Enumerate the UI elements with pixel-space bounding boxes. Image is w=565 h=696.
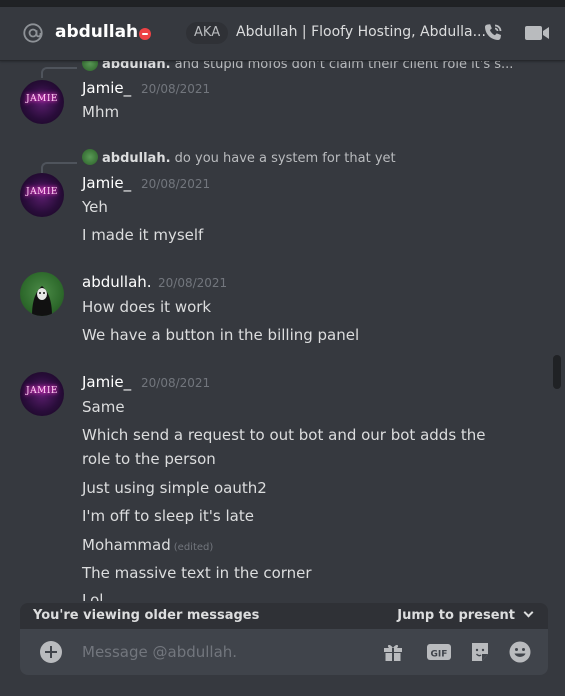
message-line: Lol [82, 591, 104, 601]
message-line: The massive text in the corner [82, 564, 312, 582]
message-author[interactable]: abdullah. [82, 273, 152, 291]
message-timestamp: 20/08/2021 [141, 376, 211, 390]
message-line: Just using simple oauth2 [82, 479, 267, 497]
reply-preview[interactable]: abdullah. and stupid mofos don't claim t… [82, 61, 513, 72]
reply-text: do you have a system for that yet [174, 151, 396, 166]
reply-author: abdullah. [102, 61, 171, 72]
aka-badge: AKA [186, 22, 229, 44]
message-text: Mohammad [82, 536, 171, 554]
jump-label: Jump to present [397, 608, 515, 623]
message-line: How does it work [82, 298, 212, 316]
chevron-down-icon [523, 607, 534, 618]
message-line: We have a button in the billing panel [82, 326, 360, 344]
message-line: Same [82, 398, 125, 416]
video-call-icon[interactable] [524, 22, 550, 44]
jump-to-present-button[interactable]: Jump to present [397, 607, 534, 623]
message-timestamp: 20/08/2021 [141, 177, 211, 191]
message-timestamp: 20/08/2021 [141, 82, 211, 96]
at-sign-icon [23, 23, 43, 43]
message-line: Yeh [82, 198, 108, 216]
reply-spine [41, 162, 77, 173]
reply-author: abdullah. [102, 151, 171, 166]
gif-label: GIF [431, 650, 448, 660]
message-line: I'm off to sleep it's late [82, 507, 254, 525]
add-attachment-button[interactable] [40, 641, 62, 663]
avatar-jamie[interactable]: JAMIE [20, 80, 64, 124]
avatar-jamie[interactable]: JAMIE [20, 173, 64, 217]
message-line: role to the person [82, 450, 216, 468]
message-input[interactable] [82, 641, 362, 663]
message-author[interactable]: Jamie_ [82, 373, 131, 391]
reply-preview[interactable]: abdullah. do you have a system for that … [82, 149, 396, 166]
older-messages-text: You're viewing older messages [33, 608, 260, 623]
edited-label: (edited) [173, 542, 214, 553]
gif-icon[interactable]: GIF [426, 640, 452, 664]
message-line: Mhm [82, 103, 120, 121]
message-author[interactable]: Jamie_ [82, 174, 131, 192]
window-top-strip [0, 0, 565, 7]
message-line: I made it myself [82, 226, 204, 244]
emoji-icon[interactable] [508, 640, 532, 664]
voice-call-icon[interactable] [481, 21, 505, 45]
message-author[interactable]: Jamie_ [82, 79, 131, 97]
reply-avatar [82, 61, 98, 71]
message-composer: GIF [20, 629, 548, 675]
message-timestamp: 20/08/2021 [158, 276, 228, 290]
avatar-abdullah-image [32, 286, 52, 316]
reply-spine [41, 67, 77, 78]
older-messages-bar: You're viewing older messages Jump to pr… [20, 603, 548, 631]
message-list[interactable]: abdullah. and stupid mofos don't claim t… [0, 61, 565, 601]
avatar-jamie[interactable]: JAMIE [20, 372, 64, 416]
gift-icon[interactable] [381, 640, 405, 664]
message-line-edited: Mohammad (edited) [82, 536, 213, 554]
avatar-abdullah[interactable] [20, 272, 64, 316]
reply-avatar [82, 149, 98, 165]
scrollbar-thumb[interactable] [553, 355, 561, 389]
dnd-status-icon [139, 28, 151, 40]
header-username[interactable]: abdullah. [55, 22, 145, 42]
avatar-jamie-logo-text: JAMIE [26, 94, 58, 104]
message-line: Which send a request to out bot and our … [82, 426, 486, 444]
sticker-icon[interactable] [468, 640, 492, 664]
avatar-jamie-logo-text: JAMIE [26, 386, 58, 396]
avatar-jamie-logo-text: JAMIE [26, 187, 58, 197]
reply-text: and stupid mofos don't claim their clien… [174, 61, 514, 72]
aka-names[interactable]: Abdullah | Floofy Hosting, Abdulla... [236, 24, 486, 40]
dm-header: abdullah. AKA Abdullah | Floofy Hosting,… [0, 7, 565, 61]
